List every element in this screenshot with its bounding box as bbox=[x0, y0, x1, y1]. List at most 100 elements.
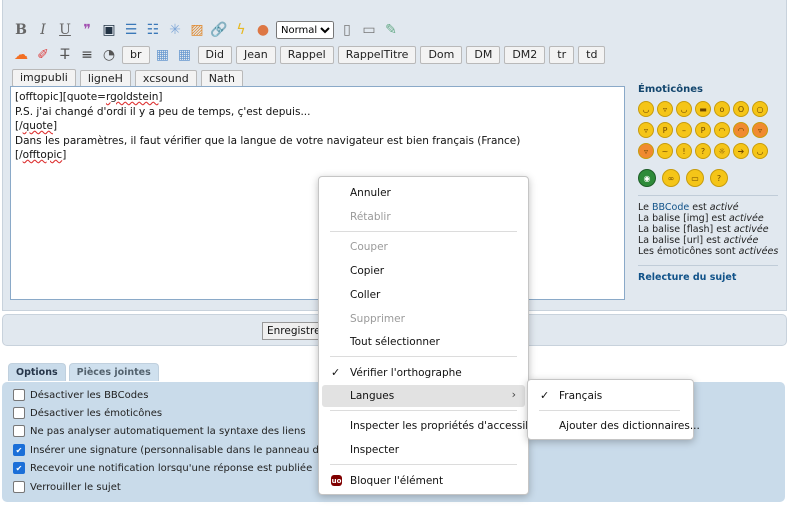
shocked-icon[interactable]: ○ bbox=[752, 101, 768, 117]
alien-icon[interactable]: ◉ bbox=[638, 169, 656, 187]
checkbox-checked[interactable]: ✔ bbox=[13, 444, 25, 456]
link-icon[interactable]: 🔗 bbox=[210, 21, 228, 39]
glasses-icon[interactable]: ∞ bbox=[662, 169, 680, 187]
imgpubli-button[interactable]: imgpubli bbox=[12, 69, 76, 87]
hide-icon[interactable]: ◔ bbox=[100, 46, 118, 64]
list-icon[interactable]: ☰ bbox=[122, 21, 140, 39]
paste-icon[interactable]: ▭ bbox=[360, 21, 378, 39]
misspelled-word: rgoldstein bbox=[105, 91, 159, 103]
misspelled-word: offtopic bbox=[22, 149, 63, 161]
checkbox-checked[interactable]: ✔ bbox=[13, 462, 25, 474]
menu-separator bbox=[330, 410, 517, 411]
editor-text: [/ bbox=[15, 120, 23, 132]
tongue-icon[interactable]: P bbox=[657, 122, 673, 138]
menu-undo[interactable]: Annuler bbox=[350, 187, 391, 199]
soundcloud-icon[interactable]: ☁ bbox=[12, 46, 30, 64]
rappel-button[interactable]: Rappel bbox=[279, 46, 334, 64]
format-toolbar: B I U ❞ ▣ ☰ ☷ ✳ ▨ 🔗 ϟ ● Normale ▯ ▭ ✎ bbox=[12, 18, 400, 42]
bbcode-link[interactable]: BBCode bbox=[652, 202, 689, 213]
nerd-icon[interactable]: ▭ bbox=[686, 169, 704, 187]
razz-icon[interactable]: P bbox=[695, 122, 711, 138]
img-text: La balise [img] est bbox=[638, 213, 729, 224]
tab-attachments[interactable]: Pièces jointes bbox=[68, 363, 159, 381]
underline-icon[interactable]: U bbox=[56, 21, 74, 39]
ordered-list-icon[interactable]: ☷ bbox=[144, 21, 162, 39]
menu-copy[interactable]: Copier bbox=[350, 265, 384, 277]
editor-text: [/ bbox=[15, 149, 23, 161]
question-icon[interactable]: ? bbox=[695, 143, 711, 159]
grin-icon[interactable]: ▿ bbox=[657, 101, 673, 117]
emoticons-extra: ◉ ∞ ▭ ? bbox=[638, 169, 778, 187]
option-notify[interactable]: ✔ Recevoir une notification lorsqu'une ré… bbox=[13, 462, 312, 474]
happy-icon[interactable]: ◡ bbox=[676, 101, 692, 117]
dm2-button[interactable]: DM2 bbox=[504, 46, 546, 64]
tr-button[interactable]: tr bbox=[549, 46, 575, 64]
rappeltitre-button[interactable]: RappelTitre bbox=[337, 46, 417, 64]
menu-language-french[interactable]: Français bbox=[559, 390, 602, 402]
option-disable-smilies[interactable]: Désactiver les émoticônes bbox=[13, 407, 162, 419]
smile-icon[interactable]: ◡ bbox=[638, 101, 654, 117]
jean-button[interactable]: Jean bbox=[236, 46, 276, 64]
mad-icon[interactable]: ◠ bbox=[733, 122, 749, 138]
menu-select-all[interactable]: Tout sélectionner bbox=[350, 336, 440, 348]
option-disable-magic-url[interactable]: Ne pas analyser automatiquement la synta… bbox=[13, 425, 306, 437]
neutral-icon[interactable]: – bbox=[676, 122, 692, 138]
laugh-icon[interactable]: ▿ bbox=[638, 122, 654, 138]
thinking-icon[interactable]: ? bbox=[710, 169, 728, 187]
checkbox[interactable] bbox=[13, 389, 25, 401]
italic-icon[interactable]: I bbox=[34, 21, 52, 39]
evil-icon[interactable]: ▿ bbox=[752, 122, 768, 138]
tab-options[interactable]: Options bbox=[8, 363, 66, 381]
review-topic-link[interactable]: Relecture du sujet bbox=[638, 272, 778, 283]
br-button[interactable]: br bbox=[122, 46, 150, 64]
edit-icon[interactable]: ✎ bbox=[382, 21, 400, 39]
checkbox[interactable] bbox=[13, 425, 25, 437]
flash-icon[interactable]: ϟ bbox=[232, 21, 250, 39]
exclaim-icon[interactable]: ! bbox=[676, 143, 692, 159]
strike-icon[interactable]: T̶ bbox=[56, 46, 74, 64]
sad-icon[interactable]: ◠ bbox=[714, 122, 730, 138]
font-size-select[interactable]: Normale bbox=[276, 21, 334, 39]
menu-inspect[interactable]: Inspecter bbox=[350, 444, 399, 456]
cool-icon[interactable]: ▬ bbox=[695, 101, 711, 117]
surprised-icon[interactable]: o bbox=[714, 101, 730, 117]
menu-redo: Rétablir bbox=[350, 211, 391, 223]
dm-button[interactable]: DM bbox=[466, 46, 501, 64]
checkbox[interactable] bbox=[13, 407, 25, 419]
table-icon[interactable]: ▦ bbox=[154, 46, 172, 64]
checkbox[interactable] bbox=[13, 481, 25, 493]
dom-button[interactable]: Dom bbox=[420, 46, 463, 64]
menu-inspect-accessibility[interactable]: Inspecter les propriétés d'accessibilité bbox=[350, 420, 551, 432]
grid-icon[interactable]: ▦ bbox=[176, 46, 194, 64]
td-button[interactable]: td bbox=[578, 46, 606, 64]
menu-paste[interactable]: Coller bbox=[350, 289, 380, 301]
arrow-icon[interactable]: ➔ bbox=[733, 143, 749, 159]
eek-icon[interactable]: O bbox=[733, 101, 749, 117]
option-disable-bbcode[interactable]: Désactiver les BBCodes bbox=[13, 389, 148, 401]
code-icon[interactable]: ▣ bbox=[100, 21, 118, 39]
menu-spellcheck[interactable]: Vérifier l'orthographe bbox=[350, 367, 462, 379]
menu-languages[interactable]: Langues bbox=[350, 390, 394, 402]
did-button[interactable]: Did bbox=[197, 46, 233, 64]
align-icon[interactable]: ≡ bbox=[78, 46, 96, 64]
wink-icon[interactable]: ◡ bbox=[752, 143, 768, 159]
ublock-icon: uo bbox=[331, 475, 342, 486]
list-item-icon[interactable]: ✳ bbox=[166, 21, 184, 39]
twisted-icon[interactable]: ▿ bbox=[638, 143, 654, 159]
bold-icon[interactable]: B bbox=[12, 21, 30, 39]
confused-icon[interactable]: ~ bbox=[657, 143, 673, 159]
menu-block-element[interactable]: Bloquer l'élément bbox=[350, 475, 443, 487]
bbcode-text: Le bbox=[638, 202, 652, 213]
languages-submenu: ✓ Français Ajouter des dictionnaires... bbox=[527, 379, 700, 440]
menu-add-dictionaries[interactable]: Ajouter des dictionnaires... bbox=[559, 420, 700, 432]
color-icon[interactable]: ● bbox=[254, 21, 272, 39]
editor-text: [offtopic][quote= bbox=[15, 91, 106, 103]
chevron-right-icon: › bbox=[511, 388, 516, 401]
copy-icon[interactable]: ▯ bbox=[338, 21, 356, 39]
quote-icon[interactable]: ❞ bbox=[78, 21, 96, 39]
eraser-icon[interactable]: ✐ bbox=[34, 46, 52, 64]
option-attach-signature[interactable]: ✔ Insérer une signature (personnalisable … bbox=[13, 444, 360, 456]
image-icon[interactable]: ▨ bbox=[188, 21, 206, 39]
option-lock-topic[interactable]: Verrouiller le sujet bbox=[13, 481, 121, 493]
idea-icon[interactable]: ☼ bbox=[714, 143, 730, 159]
